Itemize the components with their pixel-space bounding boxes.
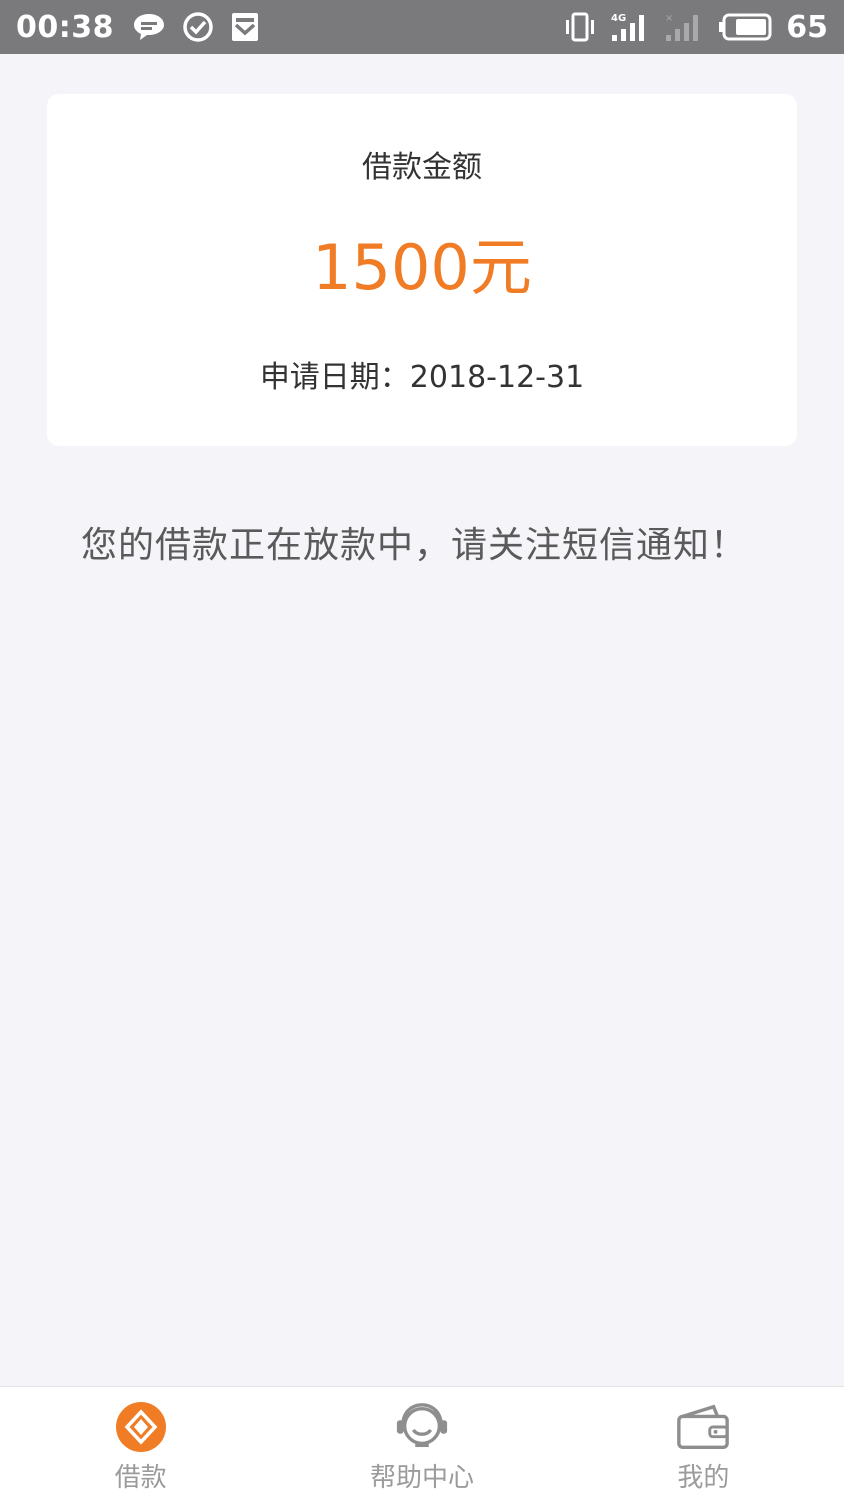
vibrate-icon <box>564 12 596 42</box>
loan-amount-label: 借款金额 <box>362 150 482 185</box>
wallet-icon <box>675 1399 731 1455</box>
loan-card: 借款金额 1500元 申请日期：2018-12-31 <box>47 94 797 446</box>
status-bar-right: 4G × 65 <box>564 10 828 45</box>
tab-help-center[interactable]: 帮助中心 <box>281 1387 562 1500</box>
tab-mine[interactable]: 我的 <box>563 1387 844 1500</box>
status-bar-left: 00:38 <box>16 10 276 45</box>
tab-help-center-label: 帮助中心 <box>369 1463 474 1493</box>
headset-icon <box>394 1399 450 1455</box>
loan-icon <box>113 1399 169 1455</box>
message-icon <box>132 12 166 42</box>
screen: 00:38 4G × 65 借款金额 1500元 申请日期：2018-12-31… <box>0 0 844 1500</box>
tab-loan[interactable]: 借款 <box>0 1387 281 1500</box>
signal-4g-icon: 4G <box>610 11 650 43</box>
status-bar: 00:38 4G × 65 <box>0 0 844 54</box>
status-time: 00:38 <box>16 9 114 45</box>
loan-amount-value: 1500元 <box>312 231 532 304</box>
battery-icon <box>718 13 772 41</box>
check-circle-icon <box>182 11 214 43</box>
battery-level: 65 <box>786 9 828 45</box>
tab-loan-label: 借款 <box>114 1463 167 1493</box>
application-date: 申请日期：2018-12-31 <box>259 360 585 395</box>
shield-mail-icon <box>230 11 260 43</box>
disbursement-notice: 您的借款正在放款中，请关注短信通知！ <box>80 525 747 566</box>
signal-empty-icon: × <box>664 11 704 43</box>
svg-text:×: × <box>665 13 673 24</box>
tab-mine-label: 我的 <box>677 1463 730 1493</box>
bottom-tab-bar: 借款 帮助中心 我的 <box>0 1386 844 1500</box>
svg-text:4G: 4G <box>611 13 626 24</box>
